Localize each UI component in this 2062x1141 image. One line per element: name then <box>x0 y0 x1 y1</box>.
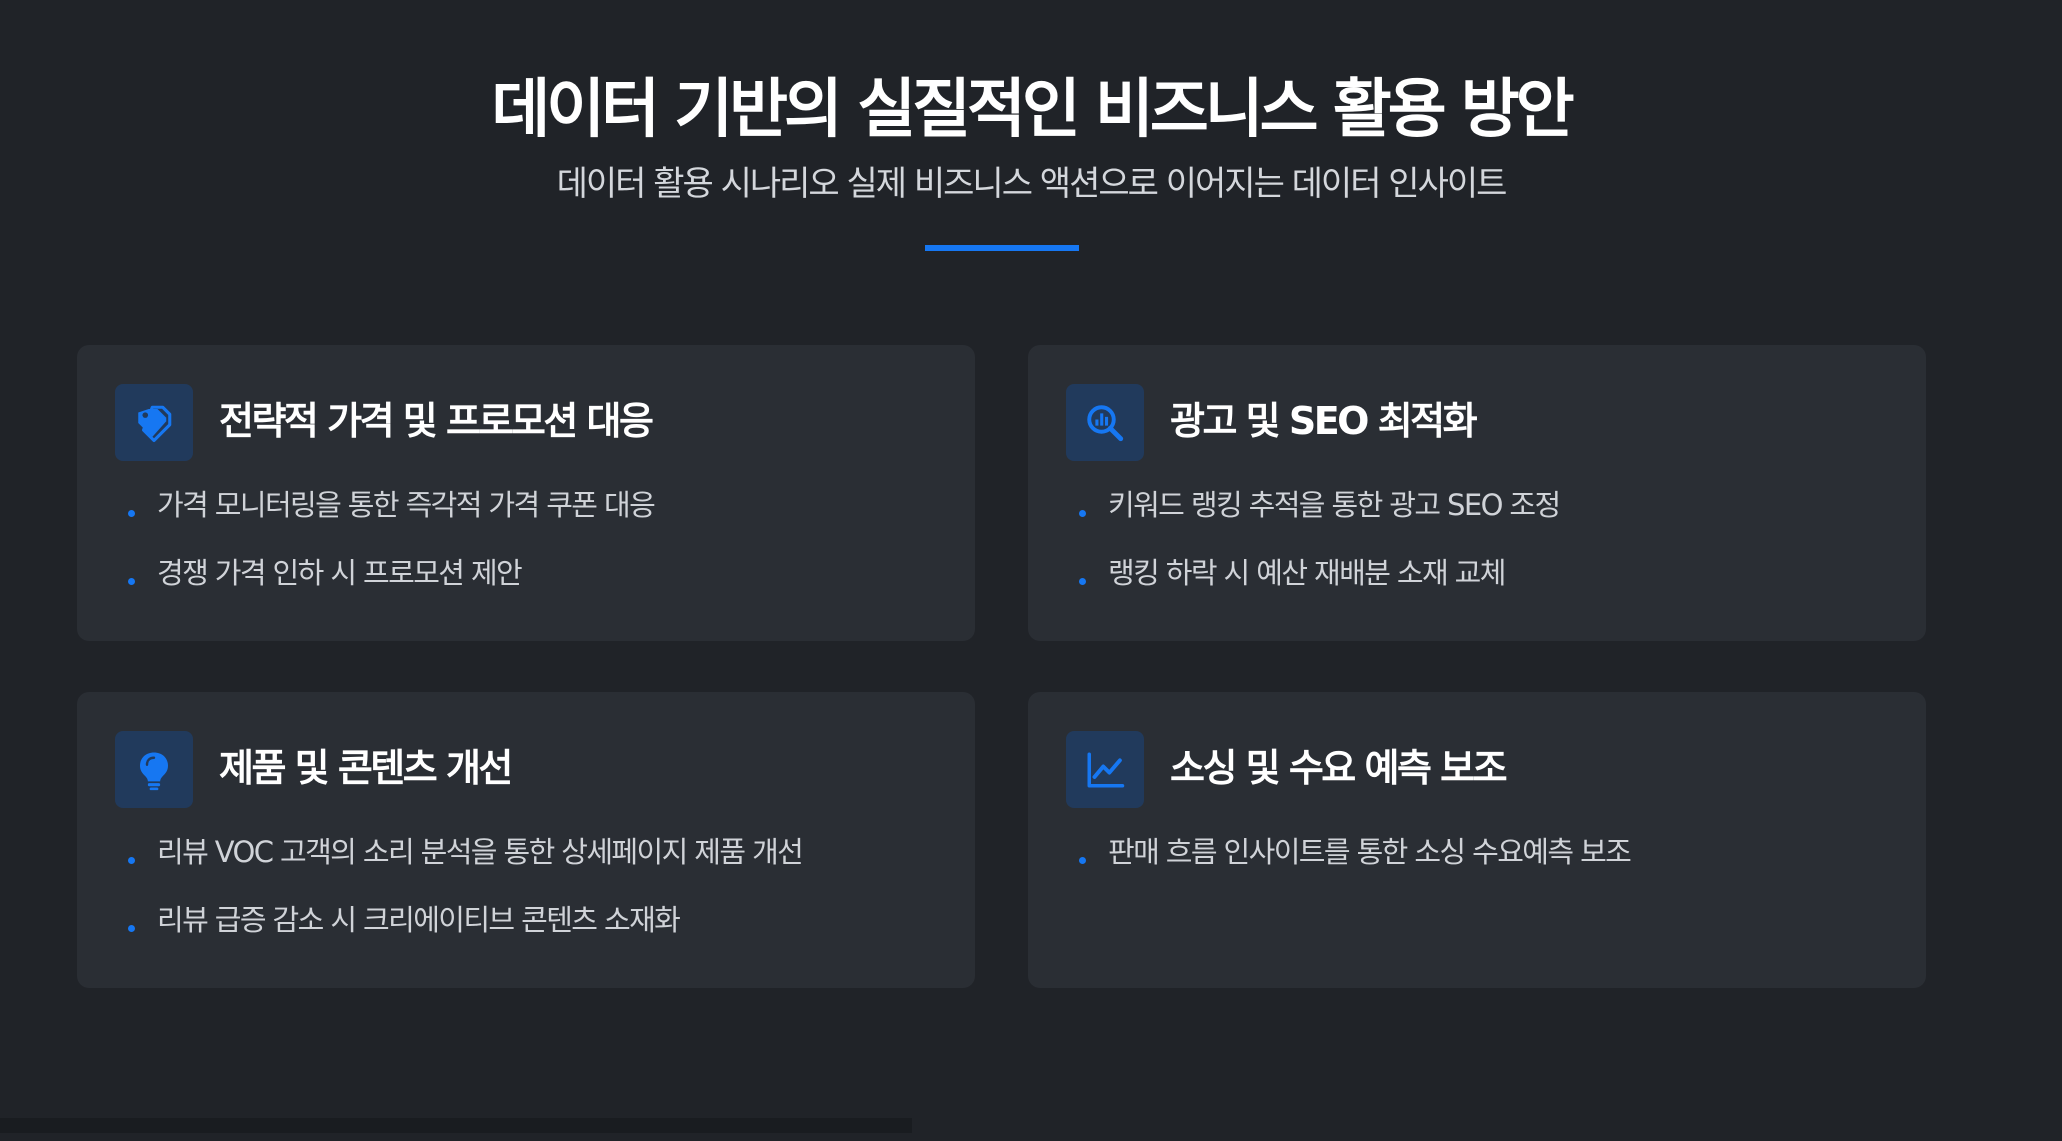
bullet-text: 랭킹 하락 시 예산 재배분 소재 교체 <box>1108 556 1506 590</box>
bullet-text: 판매 흐름 인사이트를 통한 소싱 수요예측 보조 <box>1108 835 1632 869</box>
lightbulb-icon <box>115 731 193 808</box>
bullet-dot <box>128 857 135 864</box>
bullet-dot <box>128 925 135 932</box>
bullet-dot <box>1079 510 1086 517</box>
card-title: 전략적 가격 및 프로모션 대응 <box>219 399 654 443</box>
bullet-dot <box>1079 857 1086 864</box>
bullet-text: 리뷰 급증 감소 시 크리에이티브 콘텐츠 소재화 <box>157 903 681 937</box>
card-ads-seo: 광고 및 SEO 최적화 키워드 랭킹 추적을 통한 광고 SEO 조정 랭킹 … <box>1028 345 1926 641</box>
page-title: 데이터 기반의 실질적인 비즈니스 활용 방안 <box>491 73 1574 147</box>
bullet-text: 키워드 랭킹 추적을 통한 광고 SEO 조정 <box>1108 488 1561 522</box>
card-sourcing-demand: 소싱 및 수요 예측 보조 판매 흐름 인사이트를 통한 소싱 수요예측 보조 <box>1028 692 1926 988</box>
line-chart-icon <box>1066 731 1144 808</box>
card-product-content: 제품 및 콘텐츠 개선 리뷰 VOC 고객의 소리 분석을 통한 상세페이지 제… <box>77 692 975 988</box>
page-subtitle: 데이터 활용 시나리오 실제 비즈니스 액션으로 이어지는 데이터 인사이트 <box>556 164 1508 204</box>
card-pricing-promotion: 전략적 가격 및 프로모션 대응 가격 모니터링을 통한 즉각적 가격 쿠폰 대… <box>77 345 975 641</box>
bullet-dot <box>128 510 135 517</box>
bullet-text: 경쟁 가격 인하 시 프로모션 제안 <box>157 556 523 590</box>
card-title: 소싱 및 수요 예측 보조 <box>1170 746 1508 790</box>
bullet-text: 리뷰 VOC 고객의 소리 분석을 통한 상세페이지 제품 개선 <box>157 835 804 869</box>
bullet-dot <box>1079 578 1086 585</box>
card-title: 제품 및 콘텐츠 개선 <box>219 746 513 790</box>
card-title: 광고 및 SEO 최적화 <box>1170 399 1478 443</box>
bullet-text: 가격 모니터링을 통한 즉각적 가격 쿠폰 대응 <box>157 488 656 522</box>
bottom-scrollbar[interactable] <box>0 1118 912 1133</box>
tags-icon <box>115 384 193 461</box>
bullet-dot <box>128 578 135 585</box>
search-chart-icon <box>1066 384 1144 461</box>
title-divider <box>925 245 1079 251</box>
